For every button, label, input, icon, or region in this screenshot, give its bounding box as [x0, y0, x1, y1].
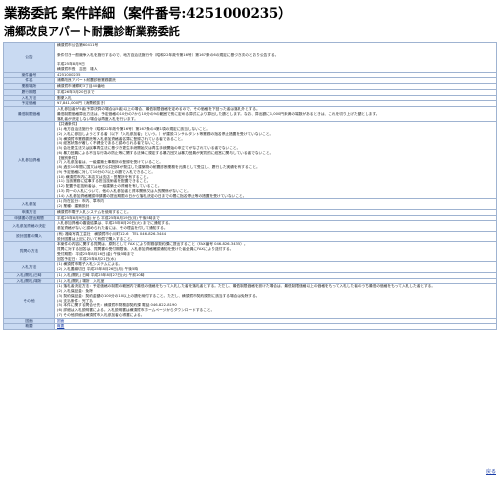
- detail-row: 入札参加資格 【共通条件】 (1) 地方自治法施行令（昭和22年政令第16号）第16…: [3, 121, 497, 200]
- case-subject: 浦郷改良アパート耐震診断業務委託: [4, 25, 180, 38]
- row-value-line: (7) その他詳細は横須賀市入札参加者心得書による。: [57, 312, 145, 317]
- row-value: (1) 所在区分：市内、準市内 (2) 業種：建築設計: [54, 198, 497, 210]
- page-title: 業務委託 案件詳細（案件番号:4251000235）: [4, 6, 292, 22]
- row-value: 入札参加資格の審査結果は、平成25年8月20日(火) までに通知する。 参加資格が…: [54, 220, 497, 232]
- row-label: 質問の方法: [3, 241, 55, 263]
- row-value-line: 横須賀市浦郷町3丁目40番地: [57, 84, 105, 88]
- row-label: 入札参加: [3, 198, 55, 210]
- row-value-line: 設計図書は上記において有償で購入すること。: [57, 236, 135, 241]
- row-value-line: (1) 入札(開札) 場所 入札室: [57, 278, 105, 283]
- row-label: 公告: [3, 42, 55, 73]
- link-row: 概要 概要: [3, 323, 497, 330]
- row-label: 概要: [3, 323, 55, 330]
- row-value-line: 参加資格がないと認められた者には、その理由を付して通知する。: [57, 226, 168, 230]
- detail-row: その他 (1) 落札者決定方法：予定価格の制限の範囲内で最低の価格をもって入札した…: [3, 283, 497, 319]
- row-label: 入札参加資格: [3, 121, 55, 200]
- row-value-line: (14) 入札参加資格確認申請書の提出期限の日から落札決定の日までの間に指名停止…: [57, 193, 247, 198]
- detail-row: 質問の方法 本案件の内容に関する質問は、原則として FAX により財務部契約課に提…: [3, 241, 497, 263]
- row-value-line: 浦郷改良アパート耐震診断業務委託: [57, 78, 116, 83]
- row-value-line: 横須賀市長 吉田 雄人: [57, 66, 98, 71]
- row-value: (1) 横須賀市電子入札システムによる。 (2) 入札書締切日 平成25年8月26…: [54, 261, 497, 273]
- detail-row: 入札参加資格の決定 入札参加資格の審査結果は、平成25年8月20日(火) までに通…: [3, 220, 497, 232]
- row-label: その他: [3, 283, 55, 319]
- row-value: 概要: [54, 323, 497, 330]
- row-value-line: 落札者が決定しない場合は再度入札を行います。: [57, 116, 138, 121]
- drawing-link[interactable]: 図面: [57, 319, 64, 323]
- row-value-line: (1) 落札者決定方法：予定価格の制限の範囲内で最低の価格をもって入札した者を落…: [57, 284, 436, 289]
- row-value: (1) 落札者決定方法：予定価格の制限の範囲内で最低の価格をもって入札した者を落…: [54, 283, 497, 319]
- row-value-line: 横須賀市電子入札システムを使用すること。: [57, 209, 131, 214]
- detail-row: 入札方法 (1) 横須賀市電子入札システムによる。 (2) 入札書締切日 平成25年…: [3, 261, 497, 273]
- row-value: (有) 湘南写真工芸社 横須賀市小川町12-6 TEL 046-826-3444…: [54, 230, 497, 243]
- return-link[interactable]: 戻る: [486, 468, 496, 475]
- detail-row: 設計図書の購入 (有) 湘南写真工芸社 横須賀市小川町12-6 TEL 046-8…: [3, 230, 497, 243]
- detail-row: 最低制限価格 入札参加者が5者(予算決算の場合は5者)以上の場合、最低制限価格を定…: [3, 105, 497, 123]
- row-value-line: 平成26年3月20日まで: [57, 89, 95, 94]
- case-detail-table: 公告 横須賀市公告第60411号 条件付き一般競争入札を施行するので、地方自治法施…: [3, 42, 497, 330]
- row-label: 設計図書の購入: [3, 230, 55, 243]
- detail-row: 公告 横須賀市公告第60411号 条件付き一般競争入札を施行するので、地方自治法施…: [3, 42, 497, 73]
- row-label: 最低制限価格: [3, 105, 55, 123]
- detail-row: 入札参加 (1) 所在区分：市内、準市内 (2) 業種：建築設計: [3, 198, 497, 210]
- row-value-line: (1) 入札(開札) 日時 平成25年8月27日(火) 午前10時: [57, 272, 145, 277]
- row-value: 横須賀市公告第60411号 条件付き一般競争入札を施行するので、地方自治法施行令…: [54, 42, 497, 73]
- row-value-line: 4251000235: [57, 72, 81, 77]
- row-value-line: (2) 業種：建築設計: [57, 204, 90, 208]
- row-value-line: 回答予定日：平成25年8月21日(水): [57, 256, 116, 261]
- row-label: 入札方法: [3, 261, 55, 273]
- row-value-line: ¥7,841,000円（消費税抜き）: [57, 101, 108, 106]
- row-label: 入札参加資格の決定: [3, 220, 55, 232]
- row-value: 本案件の内容に関する質問は、原則として FAX により財務部契約課に提出すること…: [54, 241, 497, 263]
- row-value-line: 郵便入札: [57, 95, 72, 100]
- row-value-line: 平成25年8月9日(金) から 平成25年8月19日(月) 午後5時まで: [57, 215, 160, 220]
- summary-link[interactable]: 概要: [57, 325, 64, 329]
- row-value: 入札参加者が5者(予算決算の場合は5者)以上の場合、最低制限価格を定めるので、そ…: [54, 105, 497, 123]
- row-value-line: (2) 入札書締切日 平成25年8月26日(月) 午後5時: [57, 267, 139, 271]
- row-value: 【共通条件】 (1) 地方自治法施行令（昭和22年政令第16号）第167条の4第1…: [54, 121, 497, 200]
